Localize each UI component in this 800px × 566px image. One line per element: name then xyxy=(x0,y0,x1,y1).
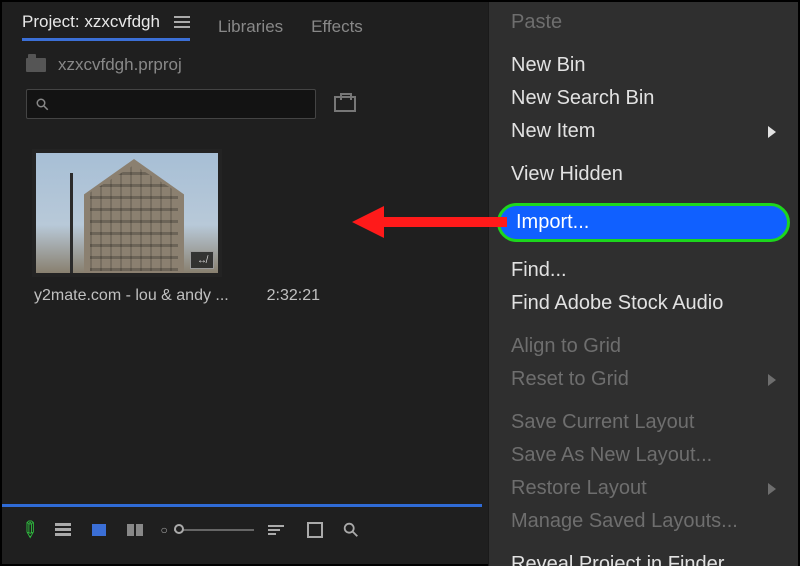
menu-restore-layout: Restore Layout xyxy=(489,472,798,505)
context-menu: Paste New Bin New Search Bin New Item Vi… xyxy=(488,2,798,566)
submenu-arrow-icon xyxy=(768,483,776,495)
menu-find-stock-audio[interactable]: Find Adobe Stock Audio xyxy=(489,287,798,320)
clip-image: ↮ xyxy=(36,153,218,273)
sort-button[interactable] xyxy=(268,521,290,539)
menu-save-as-layout: Save As New Layout... xyxy=(489,439,798,472)
menu-import[interactable]: Import... xyxy=(497,203,790,242)
list-view-button[interactable] xyxy=(52,521,74,539)
tab-libraries[interactable]: Libraries xyxy=(218,17,283,37)
freeform-view-button[interactable] xyxy=(124,521,146,539)
submenu-arrow-icon xyxy=(768,374,776,386)
menu-manage-layouts: Manage Saved Layouts... xyxy=(489,505,798,538)
menu-new-search-bin[interactable]: New Search Bin xyxy=(489,82,798,115)
tab-effects[interactable]: Effects xyxy=(311,17,363,37)
clip-duration: 2:32:21 xyxy=(267,287,320,305)
menu-align-grid: Align to Grid xyxy=(489,330,798,363)
project-file-name: xzxcvfdgh.prproj xyxy=(58,55,182,75)
menu-new-item[interactable]: New Item xyxy=(489,115,798,148)
search-icon xyxy=(35,97,50,112)
clip-thumbnail[interactable]: ↮ xyxy=(32,149,222,277)
menu-paste: Paste xyxy=(489,6,798,39)
panel-menu-icon[interactable] xyxy=(174,16,190,28)
tab-project-label: Project: xzxcvfdgh xyxy=(22,12,160,32)
project-file-icon xyxy=(26,58,46,72)
menu-save-layout: Save Current Layout xyxy=(489,406,798,439)
clip-type-badge-icon: ↮ xyxy=(190,251,214,269)
search-input[interactable] xyxy=(26,89,316,119)
clip-name: y2mate.com - lou & andy ... xyxy=(34,287,229,305)
find-button[interactable] xyxy=(340,521,362,539)
menu-reset-grid: Reset to Grid xyxy=(489,363,798,396)
icon-view-button[interactable] xyxy=(88,521,110,539)
submenu-arrow-icon xyxy=(768,126,776,138)
menu-new-bin[interactable]: New Bin xyxy=(489,49,798,82)
tab-project[interactable]: Project: xzxcvfdgh xyxy=(22,12,190,41)
menu-find[interactable]: Find... xyxy=(489,254,798,287)
write-mode-icon[interactable]: ✎ xyxy=(14,514,45,545)
menu-reveal-in-finder[interactable]: Reveal Project in Finder... xyxy=(489,548,798,566)
zoom-slider[interactable]: ○ xyxy=(160,523,253,537)
automate-to-sequence-button[interactable] xyxy=(304,521,326,539)
project-panel-toolbar: ✎ ○ xyxy=(2,504,482,552)
menu-view-hidden[interactable]: View Hidden xyxy=(489,158,798,191)
new-bin-icon[interactable] xyxy=(334,96,356,112)
